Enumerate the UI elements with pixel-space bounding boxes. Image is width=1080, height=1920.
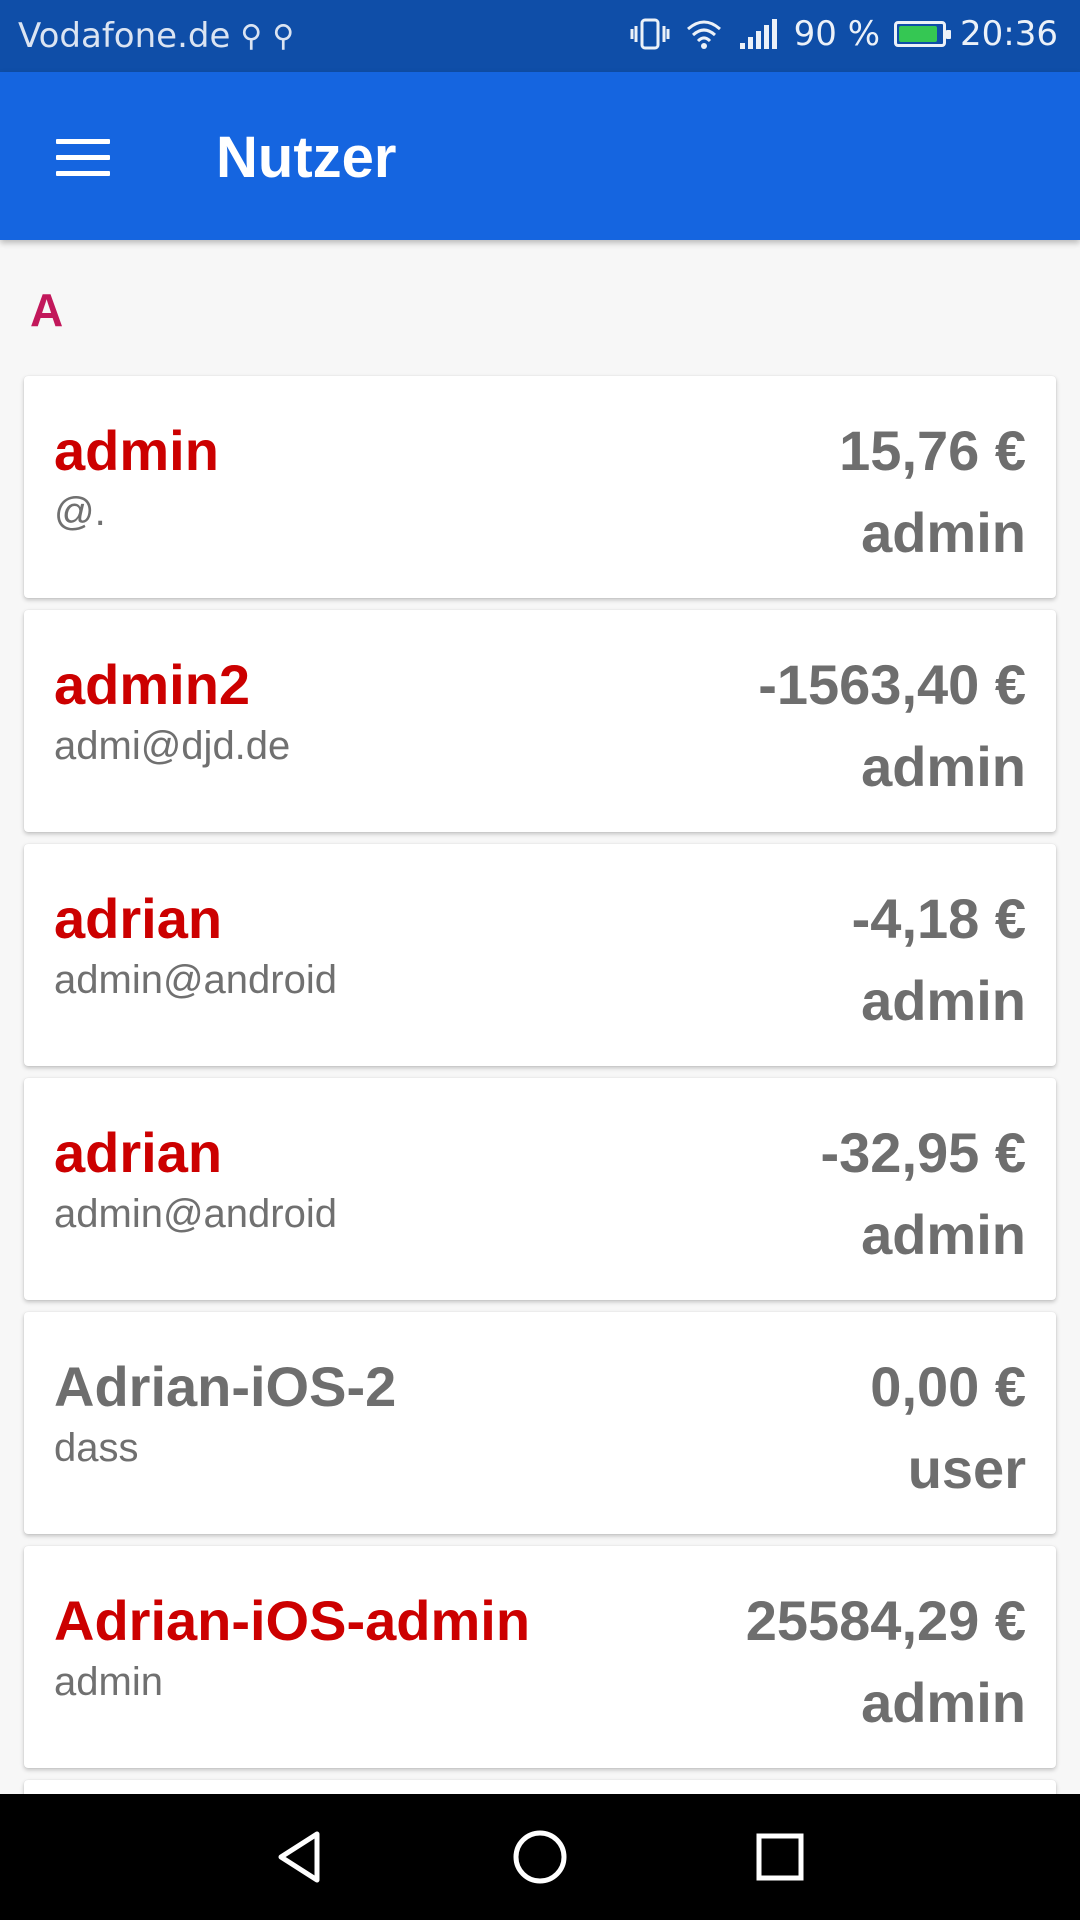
user-name: Adrian-iOS-admin [54, 1589, 531, 1652]
page-title: Nutzer [216, 125, 397, 190]
app-bar: Nutzer [0, 72, 1080, 240]
user-balance: 15,76 € [839, 419, 1026, 482]
user-email: admin [54, 1660, 163, 1704]
clock: 20:36 [960, 14, 1058, 54]
usb-icon-2: ⚲ [272, 18, 295, 54]
system-nav-bar [0, 1794, 1080, 1920]
user-email: admin@android [54, 958, 337, 1002]
hamburger-menu-icon[interactable] [40, 122, 130, 192]
user-role: admin [861, 1203, 1026, 1266]
user-name: Adrian-iOS-2 [54, 1355, 397, 1418]
wifi-icon [686, 20, 721, 49]
user-balance: 0,00 € [870, 1355, 1026, 1418]
user-balance: -32,95 € [820, 1121, 1027, 1184]
back-triangle-icon[interactable] [265, 1822, 335, 1892]
user-card[interactable]: admin @. 15,76 € admin [24, 376, 1056, 598]
user-card[interactable]: Adrian-iOS-admin admin 25584,29 € admin [24, 1546, 1056, 1768]
user-card[interactable]: adrian admin@android -32,95 € admin [24, 1078, 1056, 1300]
user-name: adrian [54, 1121, 223, 1184]
user-email: @. [54, 490, 106, 534]
user-email: admi@djd.de [54, 724, 291, 768]
battery-percent: 90 % [793, 14, 881, 54]
user-name: adrian [54, 887, 223, 950]
user-list: admin @. 15,76 € admin admin2 admi@djd.d… [24, 376, 1056, 1832]
user-card[interactable]: adrian admin@android -4,18 € admin [24, 844, 1056, 1066]
user-name: admin2 [54, 653, 251, 716]
user-card[interactable]: Adrian-iOS-2 dass 0,00 € user [24, 1312, 1056, 1534]
recents-square-icon[interactable] [745, 1822, 815, 1892]
user-role: admin [861, 501, 1026, 564]
home-circle-icon[interactable] [505, 1822, 575, 1892]
user-name: admin [54, 419, 219, 482]
carrier-label: Vodafone.de [18, 16, 231, 56]
battery-fill [899, 26, 938, 42]
user-balance: 25584,29 € [745, 1589, 1026, 1652]
section-header-letter: A [30, 284, 64, 336]
usb-icon: ⚲ [240, 18, 263, 54]
user-balance: -4,18 € [851, 887, 1026, 950]
user-role: admin [861, 969, 1026, 1032]
cell-signal-icon [739, 19, 777, 49]
user-role: user [907, 1437, 1026, 1500]
user-email: admin@android [54, 1192, 337, 1236]
battery-icon [894, 21, 952, 47]
user-email: dass [54, 1426, 139, 1470]
user-card[interactable]: admin2 admi@djd.de -1563,40 € admin [24, 610, 1056, 832]
user-role: admin [861, 1671, 1026, 1734]
vibrate-icon [630, 18, 670, 50]
status-bar: Vodafone.de ⚲ ⚲ 90 % 20:36 [0, 0, 1080, 72]
user-balance: -1563,40 € [758, 653, 1026, 716]
user-role: admin [861, 735, 1026, 798]
